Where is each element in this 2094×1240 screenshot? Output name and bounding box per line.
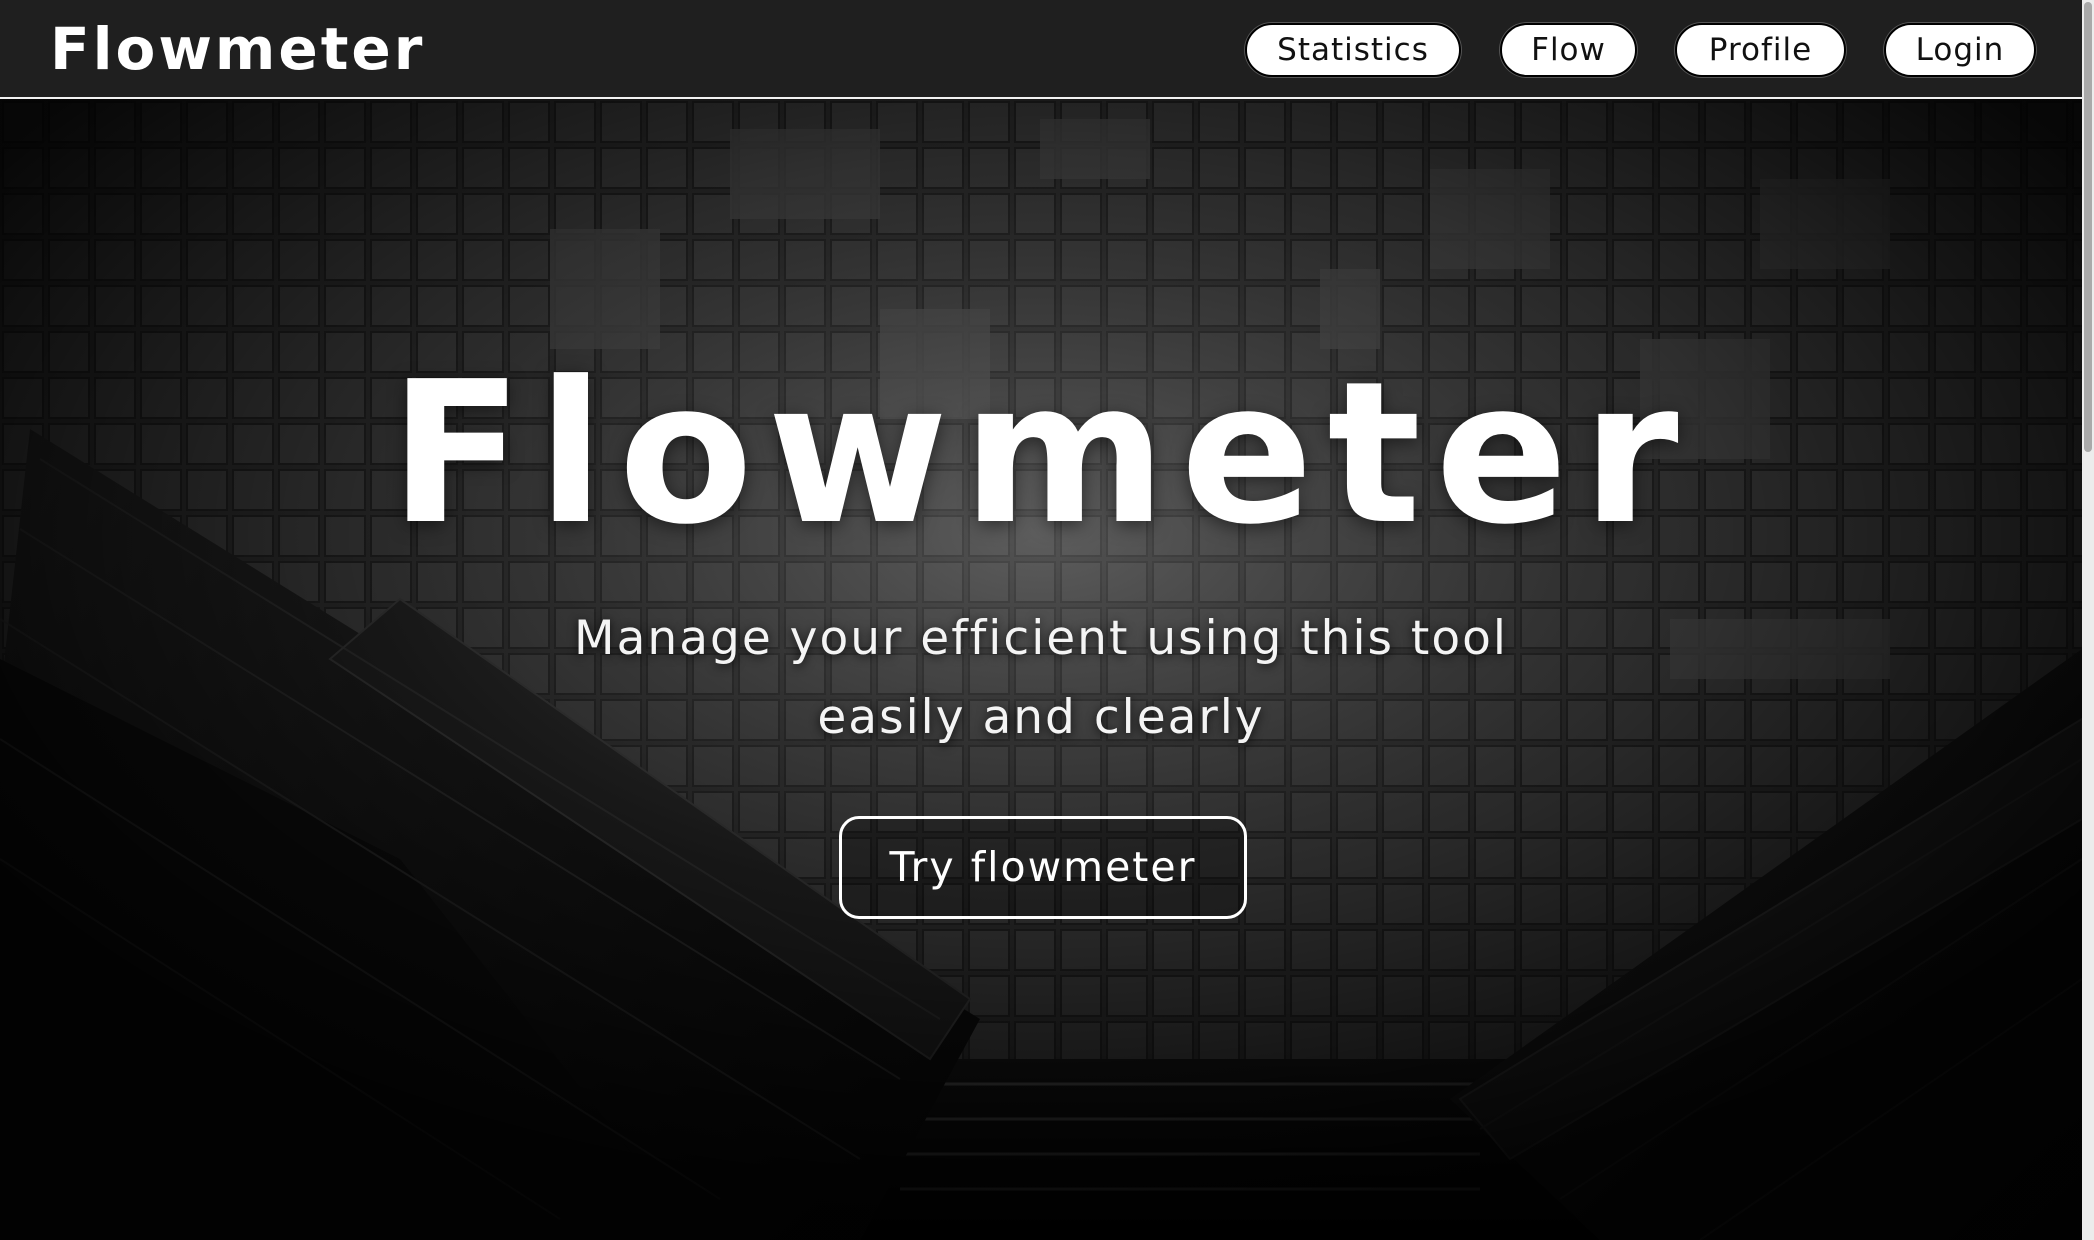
hero-title: Flowmeter	[389, 340, 1693, 568]
site-logo[interactable]: Flowmeter	[50, 14, 425, 84]
top-navigation-bar: Flowmeter Statistics Flow Profile Login	[0, 0, 2094, 99]
hero-subtitle-line2: easily and clearly	[817, 690, 1265, 745]
nav-profile-button[interactable]: Profile	[1675, 23, 1846, 77]
page-scrollbar[interactable]	[2082, 0, 2094, 1240]
try-flowmeter-button[interactable]: Try flowmeter	[839, 816, 1247, 919]
page: Flowmeter Statistics Flow Profile Login	[0, 0, 2094, 1240]
hero-background-image	[0, 99, 2082, 1240]
nav-statistics-button[interactable]: Statistics	[1245, 23, 1461, 77]
hero-subtitle-line1: Manage your efficient using this tool	[574, 611, 1508, 666]
scrollbar-thumb[interactable]	[2084, 2, 2092, 452]
hero-section: Flowmeter Manage your efficient using th…	[0, 99, 2082, 1240]
nav-flow-button[interactable]: Flow	[1500, 23, 1637, 77]
nav-login-button[interactable]: Login	[1884, 23, 2036, 77]
